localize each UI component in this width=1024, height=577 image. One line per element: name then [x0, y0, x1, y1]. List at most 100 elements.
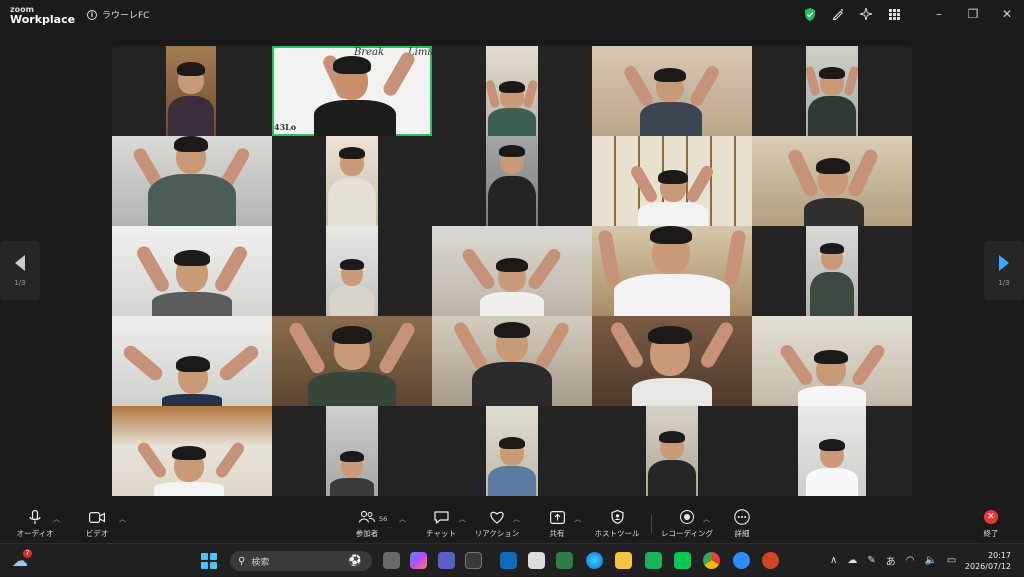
- video-tile[interactable]: [166, 46, 216, 136]
- video-tile[interactable]: [432, 226, 592, 316]
- cloud-sync-icon[interactable]: ☁: [847, 555, 857, 566]
- participants-label: 参加者: [355, 529, 379, 538]
- recording-label: レコーディング: [661, 529, 713, 538]
- task-view-icon[interactable]: [383, 552, 400, 569]
- video-tile[interactable]: [752, 136, 912, 226]
- pen-tray-icon[interactable]: ✎: [867, 555, 875, 566]
- video-tile[interactable]: [112, 406, 272, 496]
- taskbar-search-box[interactable]: ⚲ 検索 ⚽: [230, 551, 372, 571]
- battery-icon[interactable]: ▭: [947, 555, 956, 566]
- video-tile[interactable]: [592, 136, 752, 226]
- end-meeting-button[interactable]: ✕ 終了: [964, 508, 1018, 539]
- end-label: 終了: [983, 529, 999, 538]
- toolbar-divider: [651, 515, 652, 533]
- pen-icon[interactable]: [824, 0, 852, 28]
- video-tile[interactable]: [326, 226, 378, 316]
- chrome-icon[interactable]: [703, 552, 720, 569]
- video-tile[interactable]: [486, 406, 538, 496]
- video-tile[interactable]: [112, 226, 272, 316]
- line-icon[interactable]: [645, 552, 662, 569]
- sparkle-icon[interactable]: [852, 0, 880, 28]
- edge-icon[interactable]: [586, 552, 603, 569]
- close-icon[interactable]: ✕: [990, 0, 1024, 28]
- video-tile[interactable]: [752, 316, 912, 406]
- video-tile[interactable]: [326, 406, 378, 496]
- participants-options-chevron-icon[interactable]: ︿: [399, 514, 406, 524]
- video-button[interactable]: ビデオ: [70, 508, 124, 539]
- video-tile[interactable]: [806, 46, 858, 136]
- participants-count: 56: [379, 515, 388, 523]
- messenger-icon[interactable]: [674, 552, 691, 569]
- reactions-label: リアクション: [474, 529, 520, 538]
- previous-page-button[interactable]: 1/3: [0, 241, 40, 300]
- windows-start-icon[interactable]: [201, 553, 217, 569]
- store-icon[interactable]: [465, 552, 482, 569]
- video-tile[interactable]: [486, 136, 538, 226]
- video-tile[interactable]: [112, 136, 272, 226]
- wifi-icon[interactable]: ◠: [906, 555, 915, 566]
- share-options-chevron-icon[interactable]: ︿: [574, 514, 581, 524]
- share-label: 共有: [549, 529, 565, 538]
- grid-icon[interactable]: [880, 0, 908, 28]
- search-placeholder: 検索: [251, 557, 270, 568]
- video-tile[interactable]: [592, 46, 752, 136]
- video-gallery: Break Limit 43Lo: [112, 46, 912, 496]
- notification-badge: 7: [23, 549, 32, 558]
- microphone-icon: [29, 508, 41, 526]
- more-dots-icon: [734, 508, 750, 526]
- share-screen-icon: [549, 508, 565, 526]
- title-bar: zoom Workplace i ラウーレFC – ❐ ✕: [0, 0, 1024, 32]
- outlook-icon[interactable]: [500, 552, 517, 569]
- powerpoint-icon[interactable]: [762, 552, 779, 569]
- video-tile-active-speaker[interactable]: Break Limit 43Lo: [272, 46, 432, 136]
- video-camera-icon: [89, 508, 105, 526]
- chevron-up-icon[interactable]: ∧: [830, 555, 837, 566]
- app-icon[interactable]: [556, 552, 573, 569]
- copilot-icon[interactable]: [410, 552, 427, 569]
- next-page-button[interactable]: 1/3: [984, 241, 1024, 300]
- recording-options-chevron-icon[interactable]: ︿: [703, 514, 710, 524]
- reactions-options-chevron-icon[interactable]: ︿: [513, 514, 520, 524]
- zoom-app-icon[interactable]: [733, 552, 750, 569]
- video-label: ビデオ: [85, 529, 109, 538]
- chat-icon: [433, 508, 449, 526]
- clock-date: 2026/07/12: [964, 562, 1011, 571]
- minimize-icon[interactable]: –: [922, 0, 956, 28]
- video-tile[interactable]: [798, 406, 866, 496]
- slack-icon[interactable]: [528, 552, 545, 569]
- teams-icon[interactable]: [438, 552, 455, 569]
- video-tile[interactable]: [112, 316, 272, 406]
- video-tile[interactable]: [806, 226, 858, 316]
- chat-options-chevron-icon[interactable]: ︿: [459, 514, 466, 524]
- video-tile[interactable]: [592, 226, 752, 316]
- more-label: 詳細: [734, 529, 750, 538]
- info-icon[interactable]: i: [87, 9, 97, 20]
- meeting-title: ラウーレFC: [102, 11, 150, 21]
- video-tile[interactable]: [326, 136, 378, 226]
- end-call-icon: ✕: [984, 510, 998, 524]
- soccer-ball-icon: ⚽: [348, 554, 362, 567]
- more-button[interactable]: 詳細: [715, 508, 769, 539]
- host-tools-button[interactable]: ホストツール: [590, 508, 644, 539]
- restore-icon[interactable]: ❐: [956, 0, 990, 28]
- file-explorer-icon[interactable]: [615, 552, 632, 569]
- brand-bottom: Workplace: [10, 13, 76, 26]
- audio-options-chevron-icon[interactable]: ︿: [53, 514, 60, 524]
- audio-label: オーディオ: [16, 529, 54, 538]
- participants-button[interactable]: 参加者: [340, 508, 394, 539]
- taskbar-clock[interactable]: 20:17 2026/07/12: [965, 550, 1011, 572]
- meeting-toolbar: オーディオ ︿ ビデオ ︿ 参加者 56 ︿ チャット ︿ リアクション ︿ 共…: [0, 505, 1024, 543]
- video-tile[interactable]: [592, 316, 752, 406]
- speaker-icon[interactable]: 🔈: [924, 555, 936, 566]
- participants-icon: [359, 508, 375, 526]
- ime-indicator[interactable]: あ: [886, 553, 896, 568]
- shield-check-icon[interactable]: [796, 0, 824, 28]
- search-icon: ⚲: [238, 555, 246, 567]
- video-options-chevron-icon[interactable]: ︿: [119, 514, 126, 524]
- meeting-info[interactable]: i ラウーレFC: [87, 8, 149, 21]
- video-tile[interactable]: [486, 46, 538, 136]
- video-tile[interactable]: [272, 316, 432, 406]
- video-tile[interactable]: [432, 316, 592, 406]
- video-tile[interactable]: [646, 406, 698, 496]
- windows-taskbar: ☁ 7 ⚲ 検索 ⚽ ∧ ☁ ✎ あ ◠ 🔈 ▭ 20:17 2026/07/1…: [0, 543, 1024, 576]
